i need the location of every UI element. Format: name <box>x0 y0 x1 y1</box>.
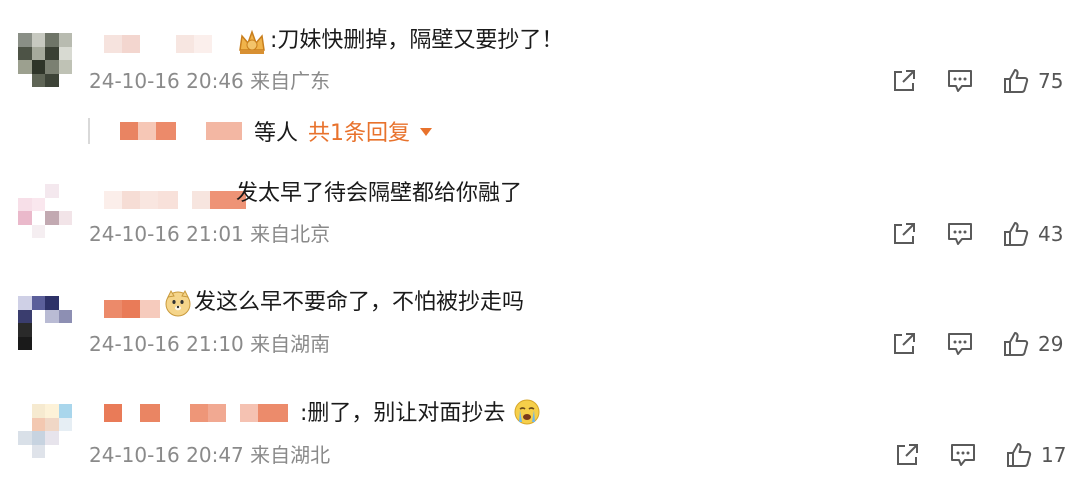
reply-count-link[interactable]: 共1条回复 <box>308 115 410 147</box>
doge-face-icon <box>164 289 192 317</box>
username-redacted[interactable] <box>104 403 288 423</box>
like-count: 29 <box>1038 332 1064 356</box>
comment-text: :删了，别让对面抄去 <box>300 398 541 428</box>
comment-date: 24-10-16 20:46 <box>89 69 244 93</box>
comment-icon[interactable] <box>946 220 974 248</box>
comment-actions: 43 <box>890 220 1063 248</box>
comment-location: 来自湖北 <box>250 443 331 467</box>
comment-item: :刀妹快删掉，隔壁又要抄了！ 24-10-16 20:46 来自广东 75 <box>0 0 1080 110</box>
comment-location: 来自广东 <box>250 69 331 93</box>
reply-divider <box>88 118 90 144</box>
comment-meta: 24-10-16 20:46 来自广东 <box>89 68 330 94</box>
username-redacted[interactable] <box>104 190 246 210</box>
avatar[interactable] <box>18 404 72 458</box>
reply-summary[interactable]: 等人 共1条回复 <box>88 115 433 147</box>
like-count: 75 <box>1038 69 1064 93</box>
comment-location: 来自北京 <box>250 222 331 246</box>
username-redacted[interactable] <box>104 299 160 319</box>
comment-icon[interactable] <box>946 330 974 358</box>
like-icon[interactable] <box>1002 220 1030 248</box>
share-icon[interactable] <box>893 441 921 469</box>
like-icon[interactable] <box>1005 441 1033 469</box>
comment-item: :删了，别让对面抄去 24-10-16 20:47 来自湖北 17 <box>0 392 1080 477</box>
comment-item: 发这么早不要命了，不怕被抄走吗 24-10-16 21:10 来自湖南 29 <box>0 282 1080 382</box>
like-icon[interactable] <box>1002 67 1030 95</box>
comment-text-content: :删了，别让对面抄去 <box>300 401 506 426</box>
avatar[interactable] <box>18 184 72 238</box>
avatar[interactable] <box>18 33 72 87</box>
comment-date: 24-10-16 21:01 <box>89 222 244 246</box>
comment-text: :刀妹快删掉，隔壁又要抄了！ <box>270 28 564 53</box>
comment-icon[interactable] <box>946 67 974 95</box>
comment-meta: 24-10-16 20:47 来自湖北 <box>89 442 330 468</box>
crown-badge-icon <box>236 28 268 56</box>
comment-meta: 24-10-16 21:10 来自湖南 <box>89 331 330 357</box>
comment-actions: 17 <box>893 441 1066 469</box>
crying-face-icon <box>513 398 541 426</box>
share-icon[interactable] <box>890 67 918 95</box>
comment-text: 发这么早不要命了，不怕被抄走吗 <box>194 290 525 315</box>
username-redacted[interactable] <box>104 34 232 54</box>
avatar[interactable] <box>18 296 72 350</box>
comment-text: 发太早了待会隔壁都给你融了 <box>236 181 523 206</box>
comment-item: 发太早了待会隔壁都给你融了 24-10-16 21:01 来自北京 43 <box>0 170 1080 270</box>
comment-location: 来自湖南 <box>250 332 331 356</box>
comment-date: 24-10-16 20:47 <box>89 443 244 467</box>
comment-date: 24-10-16 21:10 <box>89 332 244 356</box>
reply-label: 等人 <box>254 121 299 146</box>
comment-icon[interactable] <box>949 441 977 469</box>
comment-meta: 24-10-16 21:01 来自北京 <box>89 221 330 247</box>
like-count: 17 <box>1041 443 1067 467</box>
share-icon[interactable] <box>890 220 918 248</box>
like-count: 43 <box>1038 222 1064 246</box>
reply-username-redacted <box>120 122 138 140</box>
like-icon[interactable] <box>1002 330 1030 358</box>
share-icon[interactable] <box>890 330 918 358</box>
comment-actions: 29 <box>890 330 1063 358</box>
chevron-down-icon[interactable] <box>420 128 433 136</box>
comment-actions: 75 <box>890 67 1063 95</box>
